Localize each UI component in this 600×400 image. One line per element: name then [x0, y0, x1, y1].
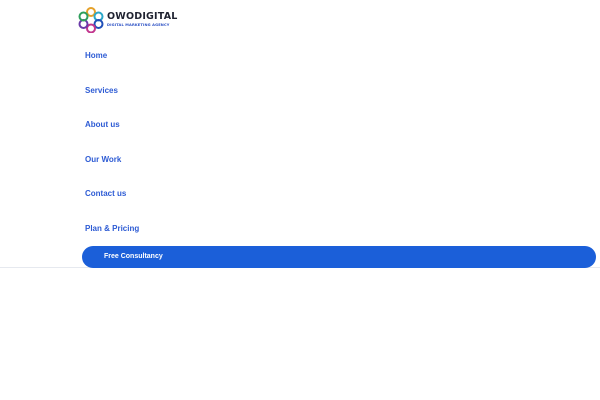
site-header: OWODIGITAL DIGITAL MARKETING AGENCY Home…: [0, 0, 600, 268]
site-logo[interactable]: OWODIGITAL DIGITAL MARKETING AGENCY: [78, 6, 178, 34]
nav-item-plan-pricing[interactable]: Plan & Pricing: [85, 224, 139, 234]
logo-tagline: DIGITAL MARKETING AGENCY: [107, 23, 170, 27]
nav-item-our-work[interactable]: Our Work: [85, 155, 121, 165]
logo-name: OWODIGITAL: [107, 11, 178, 22]
logo-icon: [78, 7, 104, 33]
nav-item-contact-us[interactable]: Contact us: [85, 189, 126, 199]
logo-text: OWODIGITAL DIGITAL MARKETING AGENCY: [107, 12, 178, 28]
free-consultancy-button[interactable]: Free Consultancy: [82, 246, 596, 268]
nav-item-about-us[interactable]: About us: [85, 120, 120, 130]
nav-item-services[interactable]: Services: [85, 86, 118, 96]
nav-item-home[interactable]: Home: [85, 51, 107, 61]
